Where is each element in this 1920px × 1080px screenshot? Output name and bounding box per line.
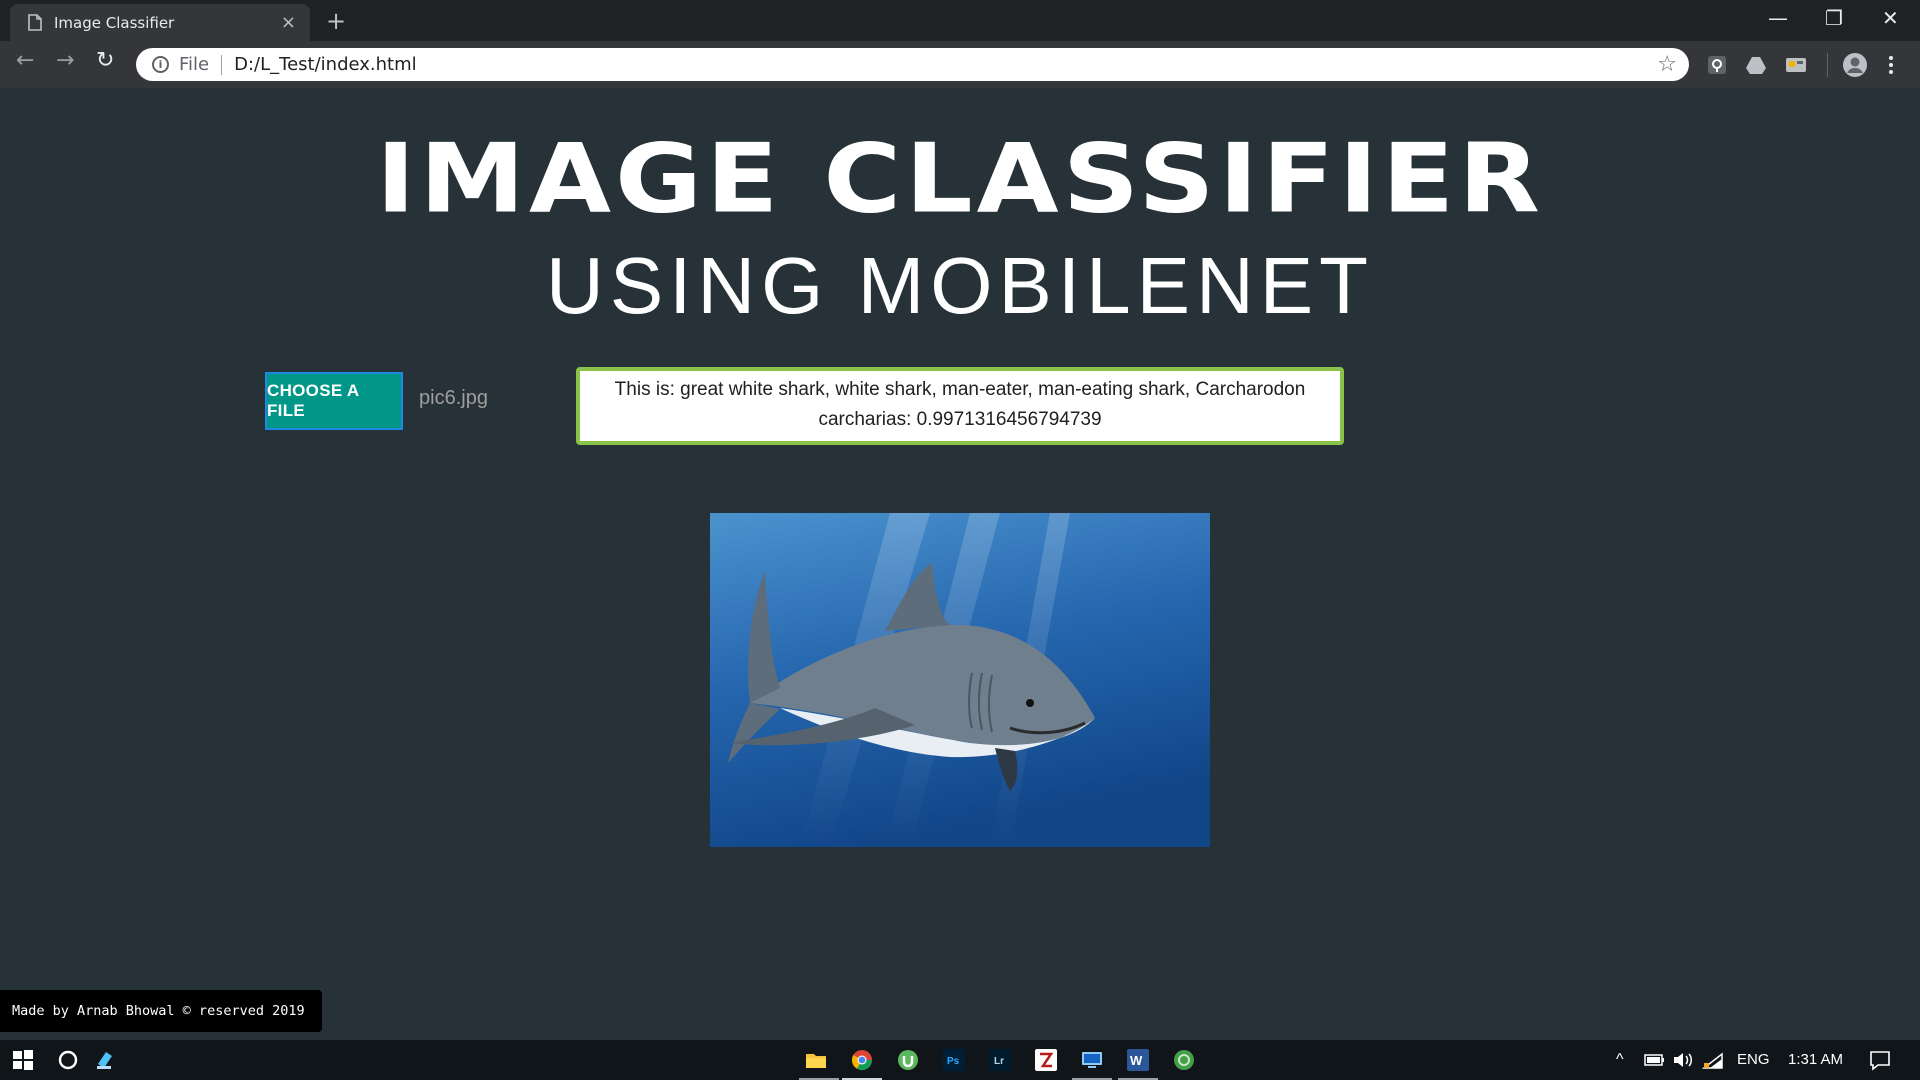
browser-toolbar: ← → ↻ i File D:/L_Test/index.html ☆ bbox=[0, 41, 1920, 88]
page-icon bbox=[28, 14, 42, 31]
footer-credit: Made by Arnab Bhowal © reserved 2019 bbox=[0, 990, 322, 1032]
page-subtitle: USING MOBILENET bbox=[546, 241, 1374, 330]
tab-close-icon[interactable]: × bbox=[281, 13, 296, 32]
tray-chevron-icon[interactable]: ^ bbox=[1616, 1051, 1624, 1069]
selected-file-name: pic6.jpg bbox=[419, 387, 488, 409]
choose-file-button[interactable]: CHOOSE A FILE bbox=[265, 372, 403, 430]
tab-title: Image Classifier bbox=[54, 13, 175, 32]
back-icon[interactable]: ← bbox=[16, 50, 34, 72]
bookmark-star-icon[interactable]: ☆ bbox=[1657, 52, 1677, 77]
svg-text:Lr: Lr bbox=[994, 1056, 1004, 1067]
scheme-label: File bbox=[179, 54, 223, 75]
toolbar-divider bbox=[1827, 53, 1828, 77]
lightroom-icon[interactable]: Lr bbox=[988, 1048, 1012, 1072]
reload-icon[interactable]: ↻ bbox=[96, 50, 114, 72]
notification-center-icon[interactable] bbox=[1868, 1048, 1892, 1072]
app-green-icon[interactable] bbox=[1172, 1048, 1196, 1072]
wifi-icon[interactable] bbox=[1702, 1050, 1724, 1070]
torrent-app-icon[interactable] bbox=[896, 1048, 920, 1072]
battery-icon[interactable] bbox=[1644, 1050, 1666, 1070]
address-url[interactable]: D:/L_Test/index.html bbox=[234, 54, 1657, 75]
language-indicator[interactable]: ENG bbox=[1737, 1051, 1770, 1068]
restore-icon[interactable]: ❐ bbox=[1825, 6, 1843, 30]
menu-kebab-icon[interactable] bbox=[1886, 54, 1896, 76]
site-info-icon[interactable]: i bbox=[152, 56, 169, 73]
google-drive-icon[interactable] bbox=[1745, 54, 1767, 76]
page-viewport: IMAGE CLASSIFIER USING MOBILENET CHOOSE … bbox=[0, 88, 1920, 1040]
photoshop-icon[interactable]: Ps bbox=[942, 1048, 966, 1072]
cortana-search-icon[interactable] bbox=[56, 1048, 80, 1072]
uploaded-image-preview bbox=[710, 513, 1210, 847]
classification-result: This is: great white shark, white shark,… bbox=[576, 367, 1344, 445]
svg-text:W: W bbox=[1130, 1053, 1143, 1068]
browser-tab-strip: Image Classifier × + — ❐ ✕ bbox=[0, 0, 1920, 41]
filezilla-icon[interactable] bbox=[1034, 1048, 1058, 1072]
pinned-app-icon[interactable] bbox=[94, 1048, 118, 1072]
windows-start-icon[interactable] bbox=[11, 1048, 35, 1072]
browser-tab-image-classifier[interactable]: Image Classifier × bbox=[10, 4, 310, 41]
forward-icon[interactable]: → bbox=[56, 50, 74, 72]
clock-time[interactable]: 1:31 AM bbox=[1788, 1051, 1843, 1068]
svg-text:Ps: Ps bbox=[947, 1056, 960, 1067]
remote-desktop-icon[interactable] bbox=[1080, 1048, 1104, 1072]
word-icon[interactable]: W bbox=[1126, 1048, 1150, 1072]
volume-icon[interactable] bbox=[1672, 1050, 1694, 1070]
chrome-icon[interactable] bbox=[850, 1048, 874, 1072]
page-title: IMAGE CLASSIFIER bbox=[376, 123, 1544, 234]
new-tab-icon[interactable]: + bbox=[326, 9, 346, 33]
extension-location-icon[interactable] bbox=[1706, 54, 1728, 76]
windows-taskbar: Ps Lr W ^ ENG 1:31 AM bbox=[0, 1040, 1920, 1080]
minimize-icon[interactable]: — bbox=[1768, 6, 1788, 30]
extension-image-icon[interactable] bbox=[1785, 54, 1807, 76]
close-window-icon[interactable]: ✕ bbox=[1882, 6, 1899, 30]
profile-avatar-icon[interactable] bbox=[1842, 52, 1868, 78]
address-bar[interactable]: i File D:/L_Test/index.html ☆ bbox=[136, 48, 1689, 81]
file-explorer-icon[interactable] bbox=[804, 1048, 828, 1072]
